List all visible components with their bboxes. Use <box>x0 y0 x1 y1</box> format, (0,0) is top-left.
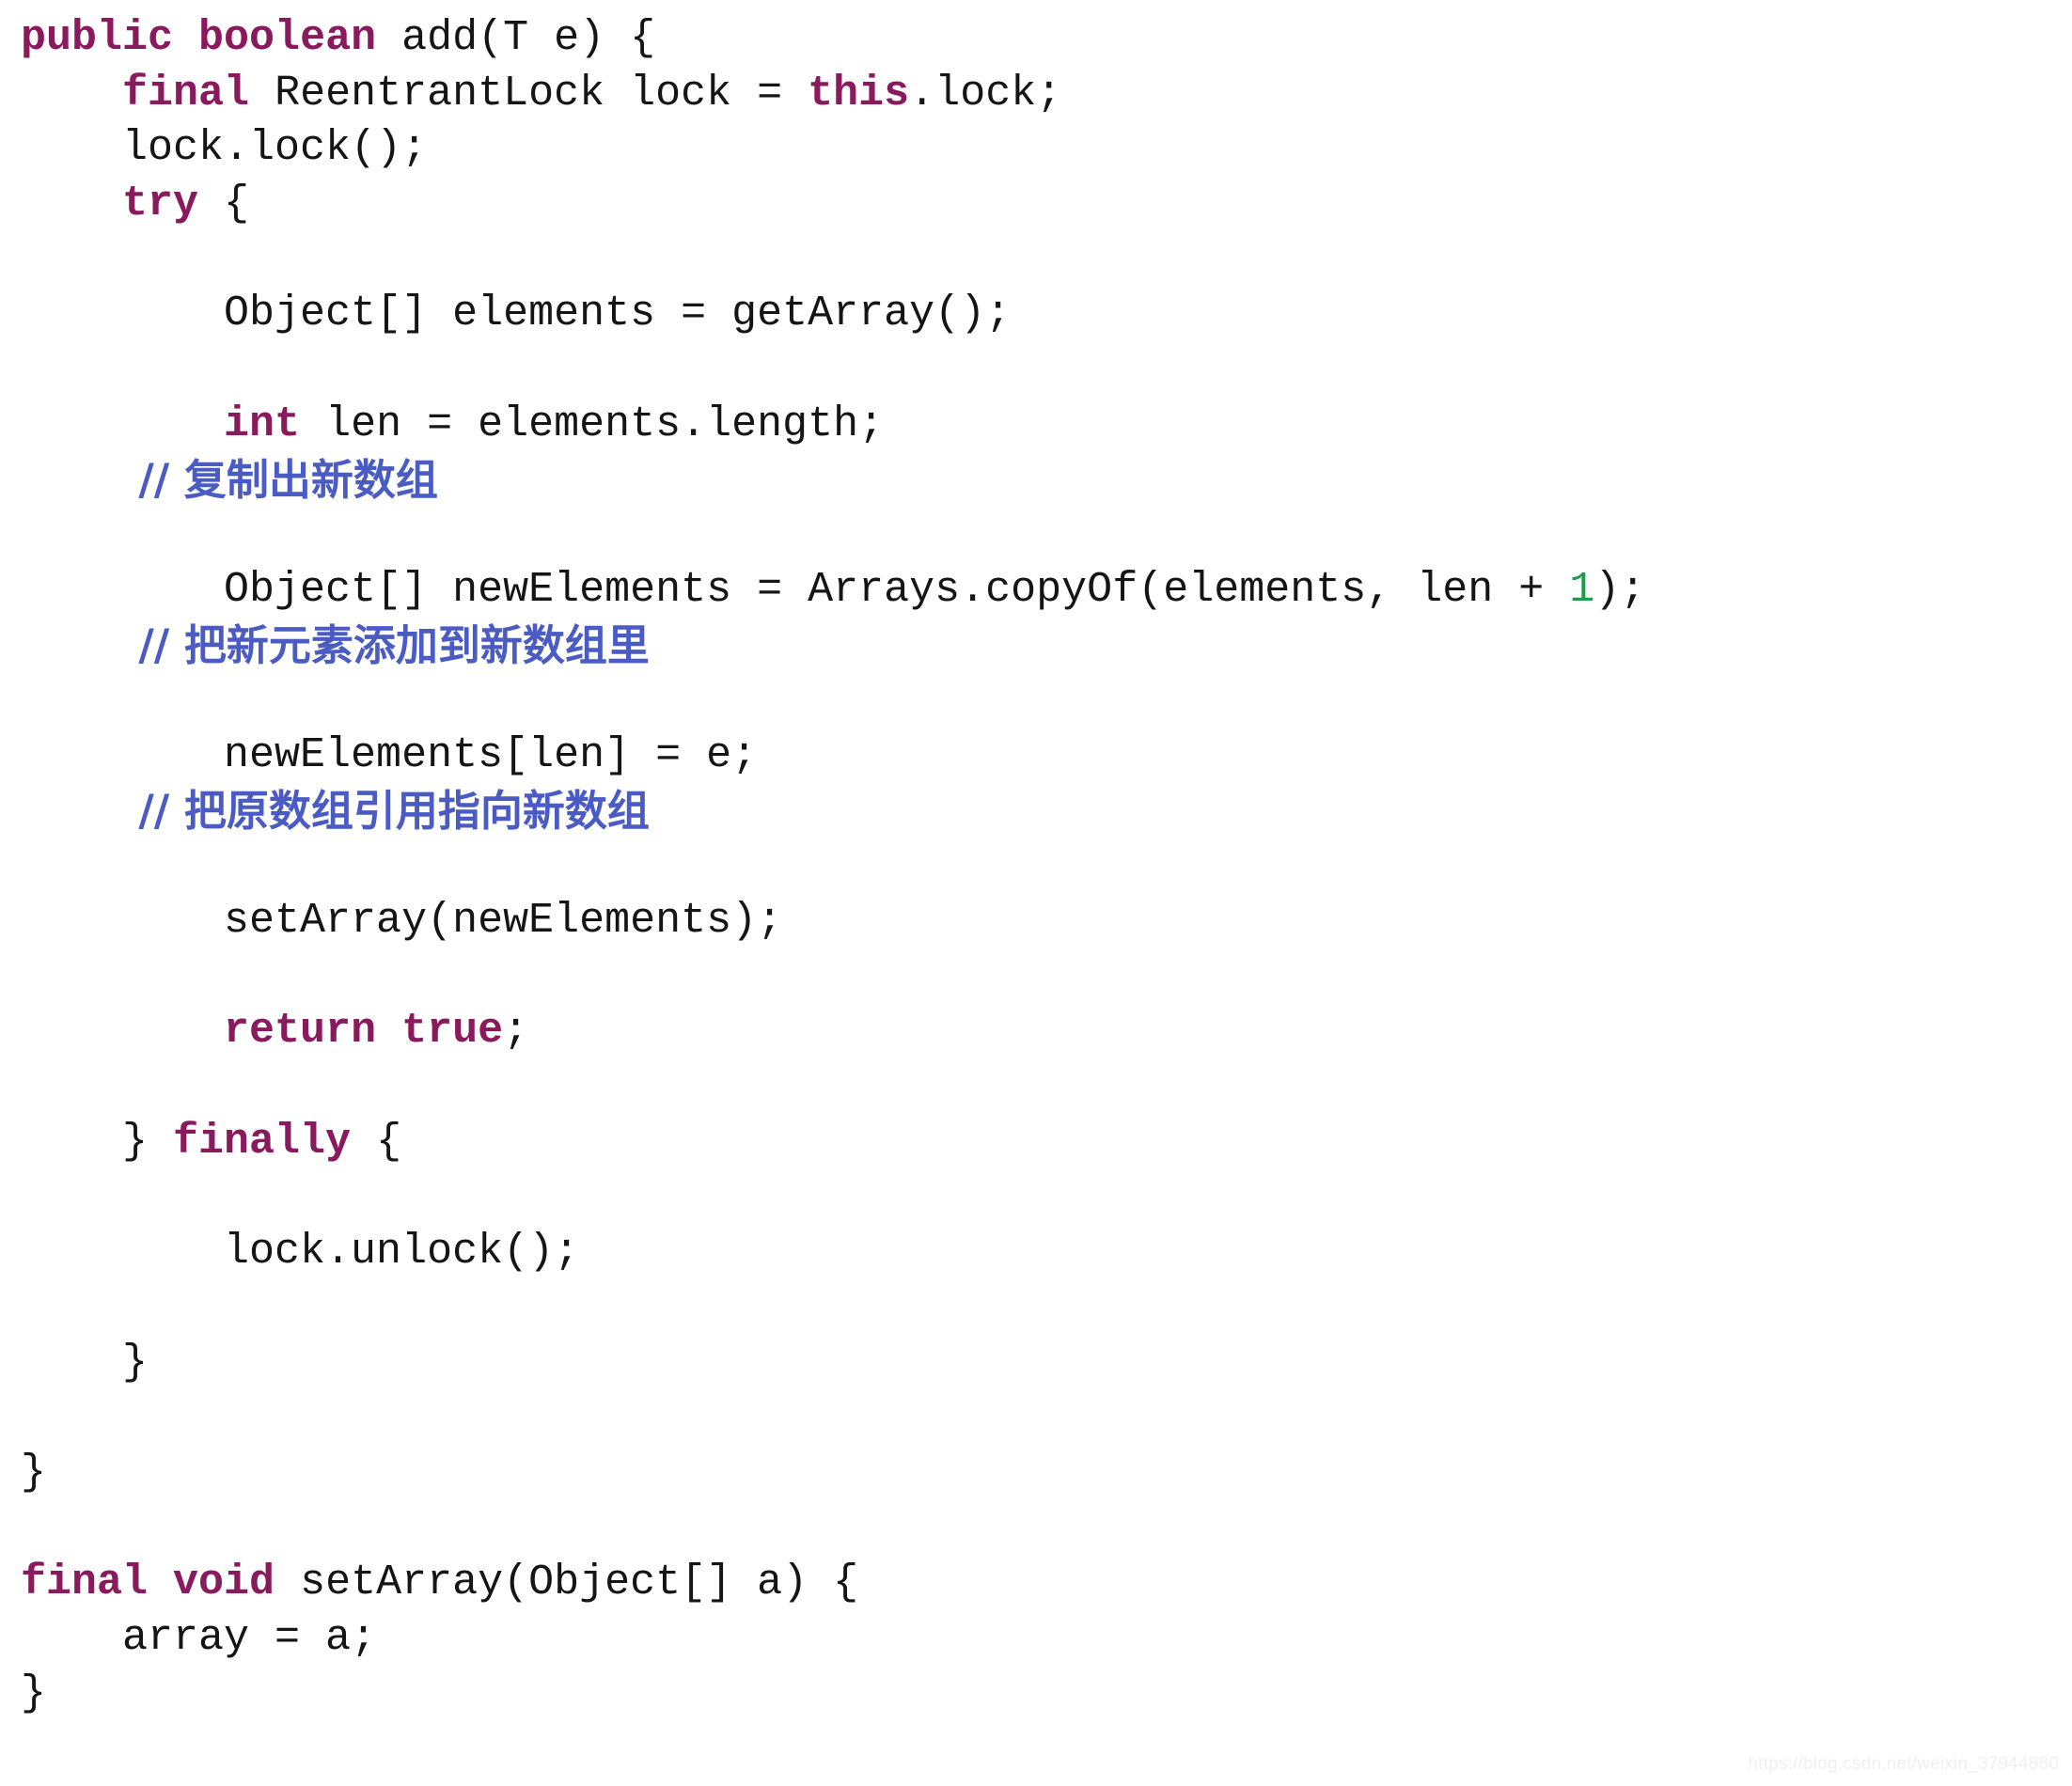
code-token-kw: finally <box>173 1118 351 1166</box>
code-line <box>21 1280 1645 1336</box>
code-token-plain: ReentrantLock lock = <box>249 70 808 118</box>
code-token-kw: public <box>21 14 173 62</box>
code-line: Object[] newElements = Arrays.copyOf(ele… <box>21 563 1645 619</box>
code-token-plain: { <box>198 180 249 227</box>
code-token-kw: return <box>224 1007 376 1055</box>
code-token-plain <box>21 400 224 448</box>
code-line: // 把新元素添加到新数组里 <box>21 619 1645 674</box>
code-token-cmt: // 把新元素添加到新数组里 <box>21 620 650 670</box>
code-line: } <box>21 1446 1645 1501</box>
code-token-plain: } <box>21 1669 46 1717</box>
code-line: newElements[len] = e; <box>21 728 1645 784</box>
code-line: final ReentrantLock lock = this.lock; <box>21 67 1645 122</box>
code-token-plain: ); <box>1594 566 1645 614</box>
code-line: // 把原数组引用指向新数组 <box>21 784 1645 839</box>
code-token-plain <box>21 1007 224 1055</box>
code-token-kw: this <box>808 70 909 118</box>
code-line <box>21 949 1645 1005</box>
code-line <box>21 508 1645 563</box>
code-line: array = a; <box>21 1611 1645 1667</box>
code-token-cmt: // 把原数组引用指向新数组 <box>21 786 650 836</box>
code-token-kw: try <box>122 180 198 227</box>
code-line: public boolean add(T e) { <box>21 11 1645 67</box>
code-line: return true; <box>21 1004 1645 1059</box>
code-line <box>21 1501 1645 1557</box>
code-line <box>21 1059 1645 1115</box>
code-token-cmt: // 复制出新数组 <box>21 455 438 505</box>
code-token-plain <box>21 180 122 227</box>
code-token-kw: boolean <box>198 14 376 62</box>
code-token-kw: void <box>173 1559 275 1606</box>
code-token-plain: array = a; <box>21 1614 376 1662</box>
code-token-plain <box>148 1559 173 1606</box>
code-token-plain <box>21 70 122 118</box>
code-token-plain: setArray(newElements); <box>21 897 782 945</box>
code-line <box>21 342 1645 398</box>
code-token-plain: lock.unlock(); <box>21 1228 579 1276</box>
code-line: } <box>21 1336 1645 1391</box>
code-line <box>21 1169 1645 1225</box>
csdn-watermark: https://blog.csdn.net/weixin_37944880 <box>1748 1754 2059 1775</box>
code-token-plain: } <box>21 1339 148 1386</box>
code-token-kw: true <box>401 1007 503 1055</box>
code-line: // 复制出新数组 <box>21 453 1645 509</box>
code-token-plain: Object[] newElements = Arrays.copyOf(ele… <box>21 566 1569 614</box>
code-line: final void setArray(Object[] a) { <box>21 1556 1645 1611</box>
code-screenshot-surface: public boolean add(T e) { final Reentran… <box>0 0 2072 1786</box>
code-line <box>21 232 1645 288</box>
code-line: setArray(newElements); <box>21 894 1645 949</box>
code-line: } <box>21 1667 1645 1722</box>
code-line: lock.lock(); <box>21 121 1645 177</box>
code-token-plain: ; <box>503 1007 528 1055</box>
code-line <box>21 1390 1645 1446</box>
code-token-kw: int <box>224 400 300 448</box>
code-line: try { <box>21 177 1645 232</box>
code-token-plain: { <box>351 1118 401 1166</box>
code-token-kw: final <box>122 70 249 118</box>
code-token-plain: Object[] elements = getArray(); <box>21 290 1011 337</box>
code-token-plain: .lock; <box>909 70 1061 118</box>
code-token-plain <box>376 1007 401 1055</box>
code-token-plain: } <box>21 1118 173 1166</box>
code-token-plain: setArray(Object[] a) { <box>275 1559 858 1606</box>
code-token-kw: final <box>21 1559 148 1606</box>
code-line <box>21 673 1645 728</box>
code-line: lock.unlock(); <box>21 1225 1645 1280</box>
java-code-block: public boolean add(T e) { final Reentran… <box>0 0 1645 1721</box>
code-token-num: 1 <box>1569 566 1594 614</box>
code-token-plain: newElements[len] = e; <box>21 731 757 779</box>
code-token-plain <box>173 14 198 62</box>
code-token-plain: } <box>21 1449 46 1496</box>
code-line: } finally { <box>21 1115 1645 1170</box>
code-line <box>21 838 1645 894</box>
code-token-plain: lock.lock(); <box>21 124 427 172</box>
code-token-plain: add(T e) { <box>376 14 655 62</box>
code-line: Object[] elements = getArray(); <box>21 287 1645 342</box>
code-line: int len = elements.length; <box>21 398 1645 453</box>
code-token-plain: len = elements.length; <box>300 400 884 448</box>
